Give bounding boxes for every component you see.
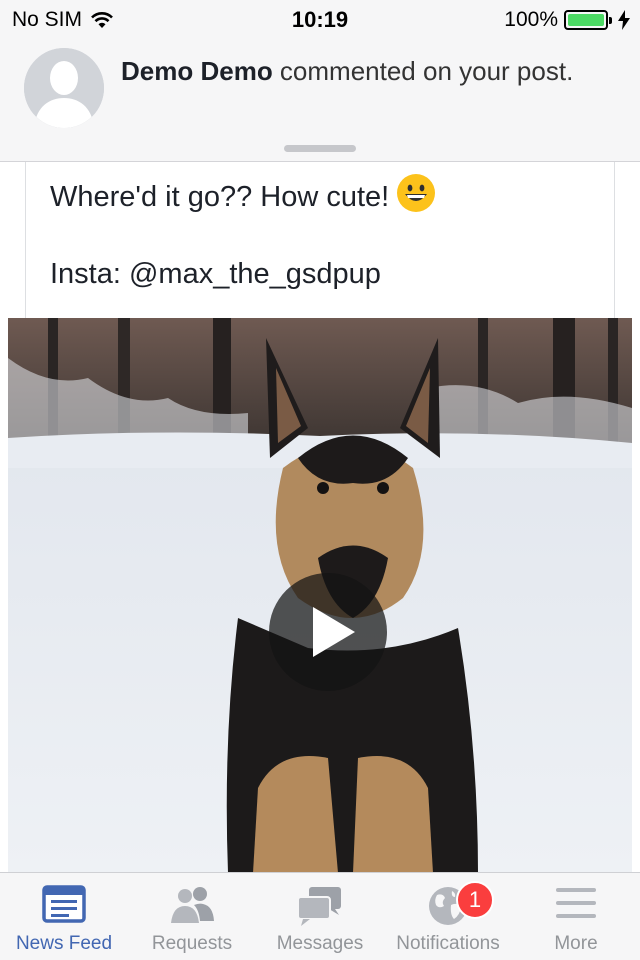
tab-messages[interactable]: Messages	[256, 873, 384, 960]
tab-news-feed[interactable]: News Feed	[0, 873, 128, 960]
news-feed-icon	[42, 885, 86, 923]
post-card: Where'd it go?? How cute! Insta: @max_th…	[25, 162, 615, 318]
play-icon	[313, 607, 355, 657]
friend-requests-icon	[171, 887, 214, 923]
notification-banner[interactable]: Demo Demo commented on your post.	[0, 40, 640, 162]
notification-actor: Demo Demo	[121, 56, 273, 86]
charging-bolt-icon	[618, 10, 630, 30]
tab-more[interactable]: More	[512, 873, 640, 960]
notification-count-badge: 1	[456, 881, 494, 919]
menu-icon	[556, 888, 596, 918]
grinning-face-emoji-icon	[397, 174, 436, 212]
tab-label-requests: Requests	[151, 933, 233, 954]
tab-label-more: More	[554, 933, 598, 954]
battery-icon	[564, 10, 612, 30]
post-text-1: Where'd it go?? How cute!	[50, 181, 398, 213]
battery-percent: 100%	[504, 8, 558, 31]
play-button[interactable]	[269, 573, 387, 691]
tab-label-messages: Messages	[276, 933, 364, 954]
tab-bar: News Feed Requests Messages 1 Notificati…	[0, 872, 640, 960]
post-line-1: Where'd it go?? How cute!	[50, 174, 436, 214]
tab-notifications[interactable]: 1 Notifications	[384, 873, 512, 960]
notification-text: Demo Demo commented on your post.	[121, 54, 611, 88]
tab-requests[interactable]: Requests	[128, 873, 256, 960]
tab-label-news-feed: News Feed	[15, 933, 113, 954]
notification-message: commented on your post.	[272, 56, 574, 86]
status-bar: No SIM 10:19 100%	[0, 0, 640, 40]
tab-label-notifications: Notifications	[396, 933, 500, 954]
default-avatar-icon	[24, 48, 104, 128]
avatar	[24, 48, 104, 128]
banner-grabber[interactable]	[284, 145, 356, 152]
messages-icon	[297, 887, 341, 926]
status-right: 100%	[504, 8, 630, 32]
post-line-2: Insta: @max_the_gsdpup	[50, 258, 381, 290]
video-player[interactable]	[8, 318, 632, 873]
